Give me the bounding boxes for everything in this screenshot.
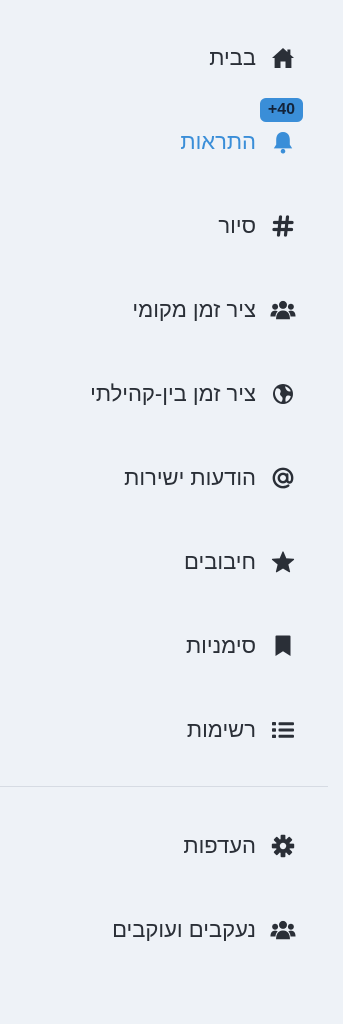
nav-item-label: סימניות (185, 633, 256, 658)
bookmark-icon (270, 633, 296, 659)
bell-icon: +40 (260, 98, 303, 155)
nav-item-notifications[interactable]: התראות +40 (180, 98, 303, 162)
nav-item-label: סיור (218, 213, 256, 238)
users-icon (270, 297, 296, 323)
nav-item-label: חיבובים (184, 549, 256, 574)
nav-item-local-timeline[interactable]: ציר זמן מקומי (132, 290, 296, 330)
nav-item-favourites[interactable]: חיבובים (184, 542, 296, 582)
nav-item-preferences[interactable]: העדפות (183, 826, 296, 866)
sidebar-nav: בבית התראות +40 סיור ציר זמן מקומי ציר ז… (0, 0, 343, 1024)
nav-item-bookmarks[interactable]: סימניות (186, 626, 296, 666)
nav-item-label: הודעות ישירות (124, 465, 256, 490)
nav-item-label: התראות (180, 129, 256, 154)
nav-item-lists[interactable]: רשימות (187, 710, 296, 750)
at-sign-icon (270, 465, 296, 491)
nav-item-label: נעקבים ועוקבים (112, 917, 256, 942)
nav-divider (0, 786, 328, 787)
hashtag-icon (270, 213, 296, 239)
nav-item-federated-timeline[interactable]: ציר זמן בין-קהילתי (90, 374, 296, 414)
list-icon (270, 717, 296, 743)
nav-item-label: בבית (209, 45, 256, 70)
nav-item-label: רשימות (186, 717, 256, 742)
nav-item-direct-messages[interactable]: הודעות ישירות (124, 458, 296, 498)
users-icon (270, 917, 296, 943)
globe-icon (270, 381, 296, 407)
notification-count-badge: +40 (260, 98, 303, 122)
star-icon (270, 549, 296, 575)
nav-item-follows-and-followers[interactable]: נעקבים ועוקבים (112, 910, 296, 950)
nav-item-home[interactable]: בבית (209, 38, 296, 78)
nav-item-label: ציר זמן בין-קהילתי (90, 381, 256, 406)
nav-item-label: ציר זמן מקומי (132, 297, 256, 322)
nav-item-explore[interactable]: סיור (218, 206, 296, 246)
gear-icon (270, 833, 296, 859)
home-icon (270, 45, 296, 71)
nav-item-label: העדפות (183, 833, 256, 858)
